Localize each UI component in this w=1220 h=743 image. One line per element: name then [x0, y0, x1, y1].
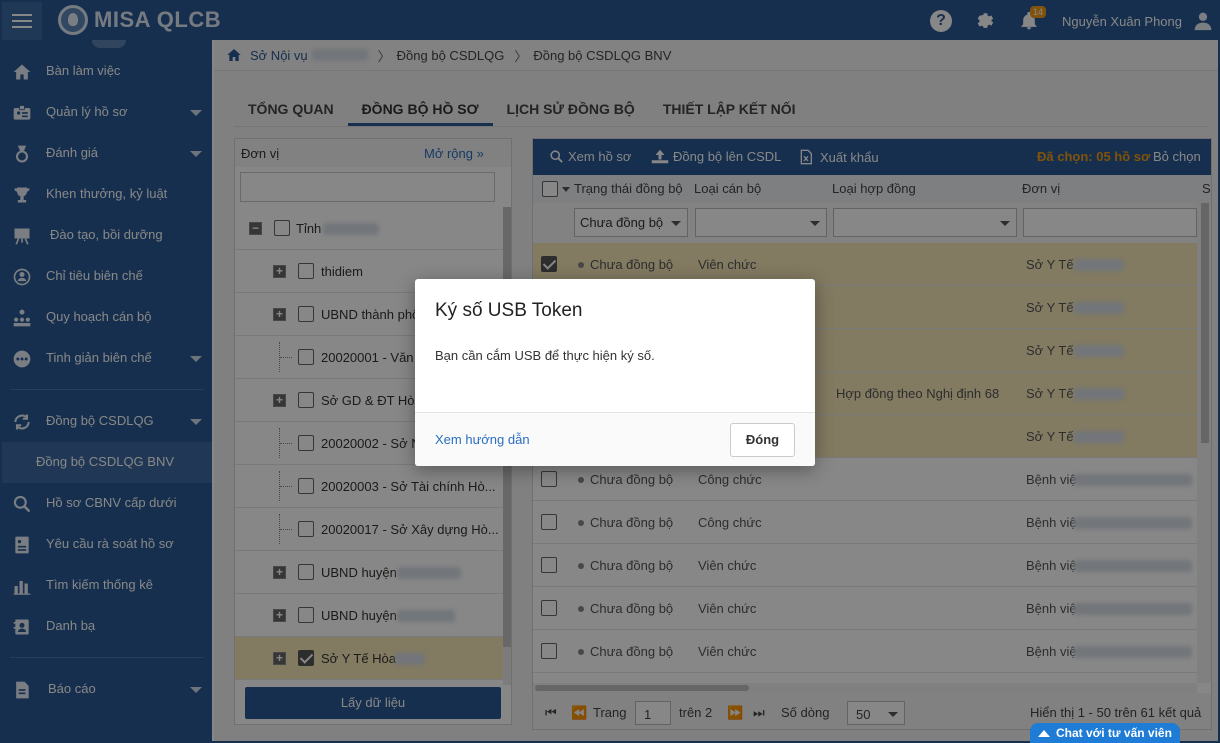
view-guide-link[interactable]: Xem hướng dẫn [435, 432, 530, 447]
usb-token-dialog: Ký số USB Token Bạn cần cắm USB để thực … [415, 279, 815, 466]
dialog-title: Ký số USB Token [435, 300, 583, 321]
dialog-message: Bạn cần cắm USB để thực hiện ký số. [435, 348, 655, 363]
chat-with-advisor-button[interactable]: Chat với tư vấn viên [1030, 723, 1180, 743]
close-button[interactable]: Đóng [730, 423, 795, 457]
dialog-footer: Xem hướng dẫn Đóng [415, 412, 815, 466]
